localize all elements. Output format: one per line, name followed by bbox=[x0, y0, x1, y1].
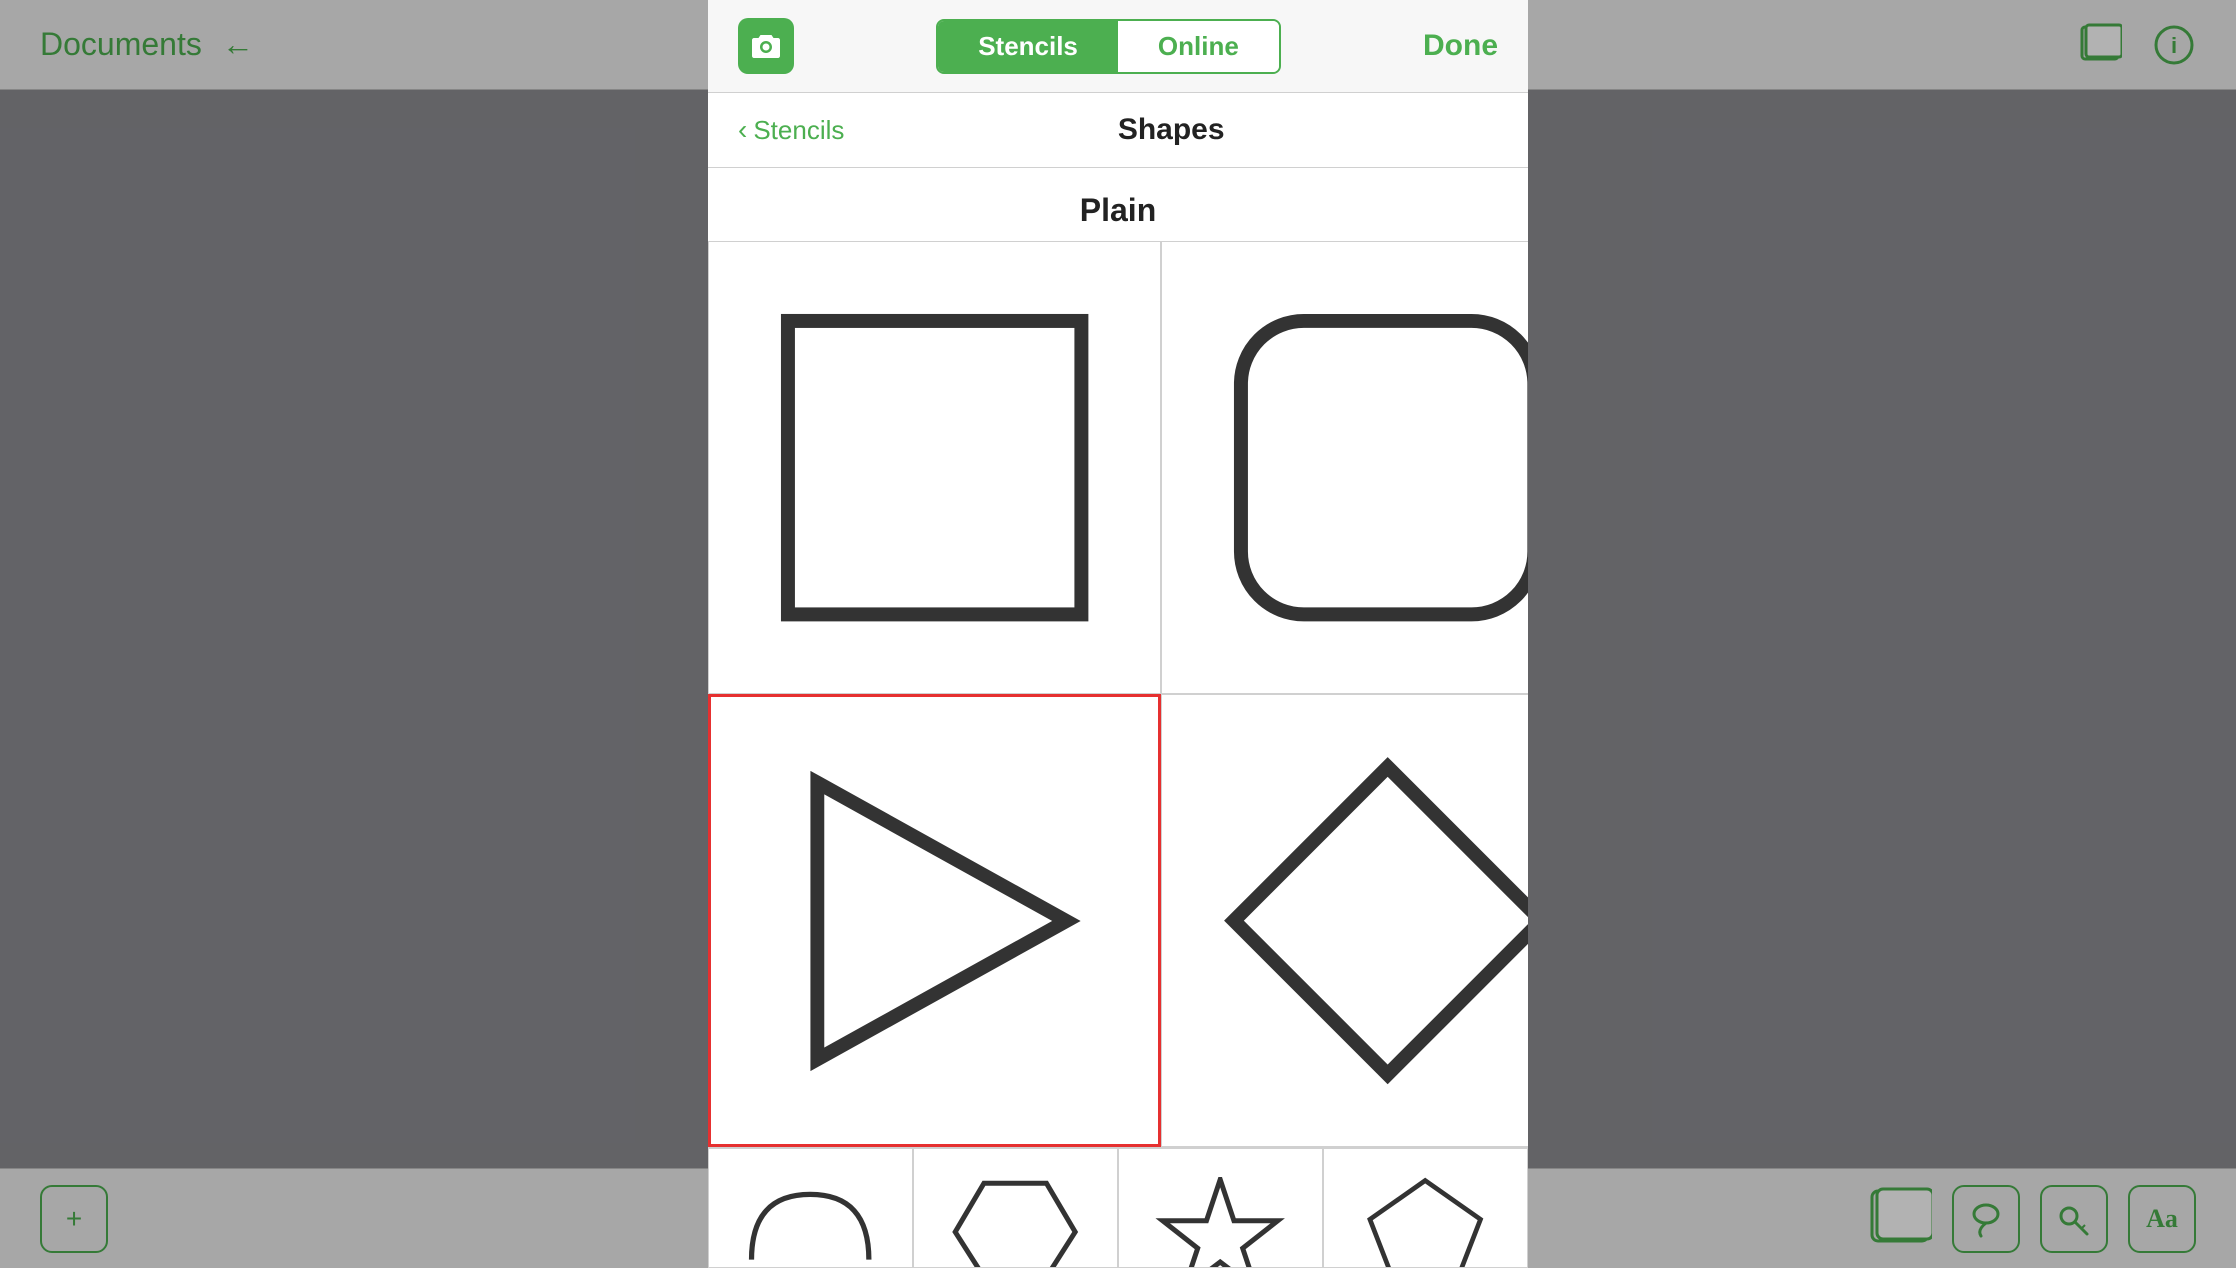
back-label: Stencils bbox=[753, 115, 844, 146]
shapes-partial-row bbox=[708, 1147, 1528, 1268]
shape-star[interactable] bbox=[1118, 1148, 1323, 1268]
online-tab[interactable]: Online bbox=[1118, 21, 1279, 72]
nav-title: Shapes bbox=[844, 113, 1498, 147]
shape-diamond[interactable] bbox=[1161, 694, 1528, 1147]
shape-pentagon[interactable] bbox=[1323, 1148, 1528, 1268]
shapes-grid bbox=[708, 241, 1528, 1147]
done-button[interactable]: Done bbox=[1423, 29, 1498, 63]
shape-hexagon[interactable] bbox=[913, 1148, 1118, 1268]
stencils-modal: Stencils Online Done ‹ Stencils Shapes P… bbox=[708, 0, 1528, 1268]
modal-overlay: Stencils Online Done ‹ Stencils Shapes P… bbox=[0, 0, 2236, 1268]
back-chevron-icon: ‹ bbox=[738, 114, 747, 146]
nav-row: ‹ Stencils Shapes bbox=[708, 93, 1528, 168]
shape-rectangle[interactable] bbox=[708, 241, 1161, 694]
stencils-tab[interactable]: Stencils bbox=[938, 21, 1118, 72]
shape-rounded-rectangle[interactable] bbox=[1161, 241, 1528, 694]
shape-arc[interactable] bbox=[708, 1148, 913, 1268]
tab-segment-control: Stencils Online bbox=[936, 19, 1281, 74]
camera-button[interactable] bbox=[738, 18, 794, 74]
modal-header: Stencils Online Done bbox=[708, 0, 1528, 93]
shape-play-triangle[interactable] bbox=[708, 694, 1161, 1147]
back-to-stencils-button[interactable]: ‹ Stencils bbox=[738, 114, 844, 146]
section-title: Plain bbox=[708, 168, 1528, 241]
